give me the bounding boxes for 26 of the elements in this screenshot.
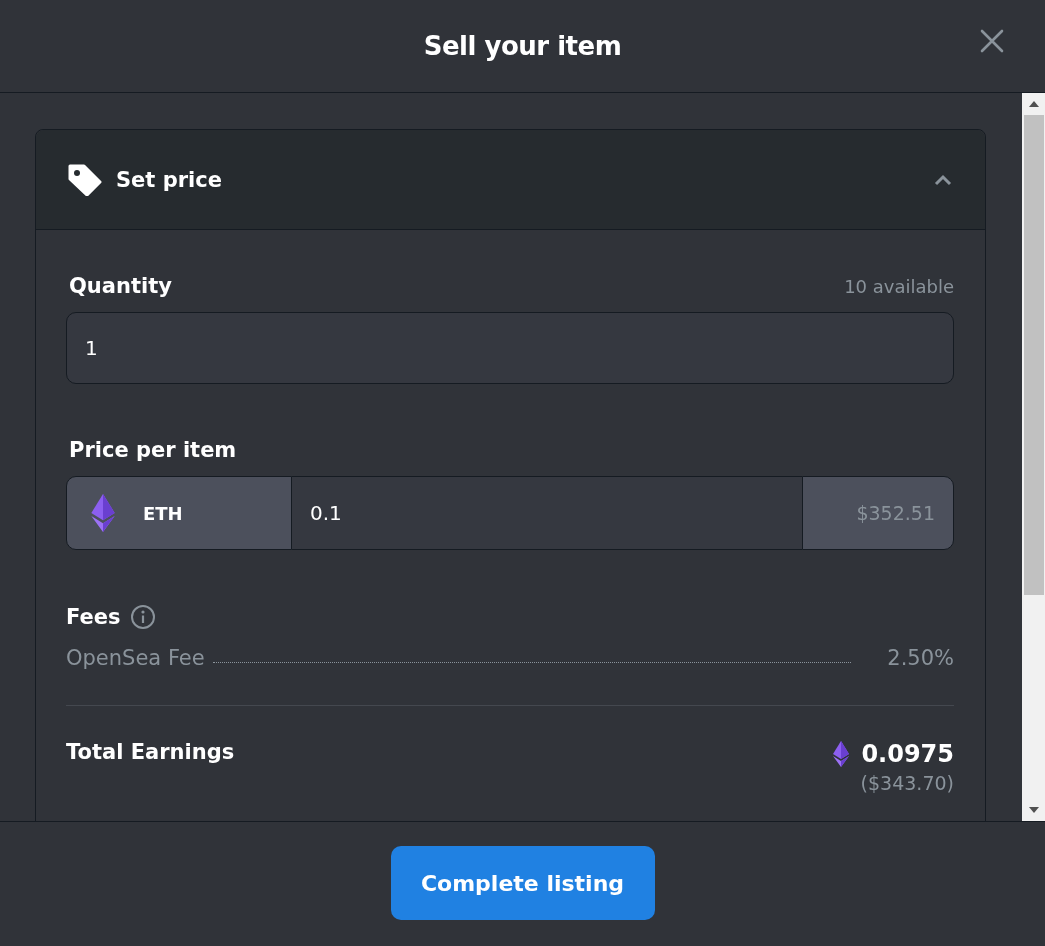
currency-selector[interactable]: ETH [66,476,292,550]
fee-value: 2.50% [887,646,954,670]
total-label: Total Earnings [66,740,235,764]
info-icon[interactable] [130,604,157,630]
field-label: Quantity [69,274,172,298]
price-field[interactable]: 0.1 [292,476,802,550]
field-label: Price per item [69,438,237,462]
eth-icon [91,494,115,532]
tag-icon [68,163,102,196]
up-arrow-icon[interactable] [1028,101,1039,107]
fee-name: OpenSea Fee [66,646,205,670]
available-count: 10 available [844,276,954,297]
total-amount: 0.0975 [861,740,954,768]
quantity-field[interactable]: 1 [66,312,954,384]
complete-listing-button[interactable]: Complete listing [390,846,655,920]
total-usd: ($343.70) [860,772,954,794]
chevron-icon[interactable] [933,172,953,187]
scrollbar[interactable] [1022,93,1045,821]
section-title: Set price [116,167,223,192]
section-header[interactable]: Set price [36,130,985,230]
dialog-title: Sell your item [423,31,622,61]
eth-icon [833,741,850,767]
fees-label: Fees [66,605,121,629]
usd-value: $352.51 [802,476,954,550]
close-icon[interactable] [979,28,1005,54]
down-arrow-icon[interactable] [1028,807,1039,813]
